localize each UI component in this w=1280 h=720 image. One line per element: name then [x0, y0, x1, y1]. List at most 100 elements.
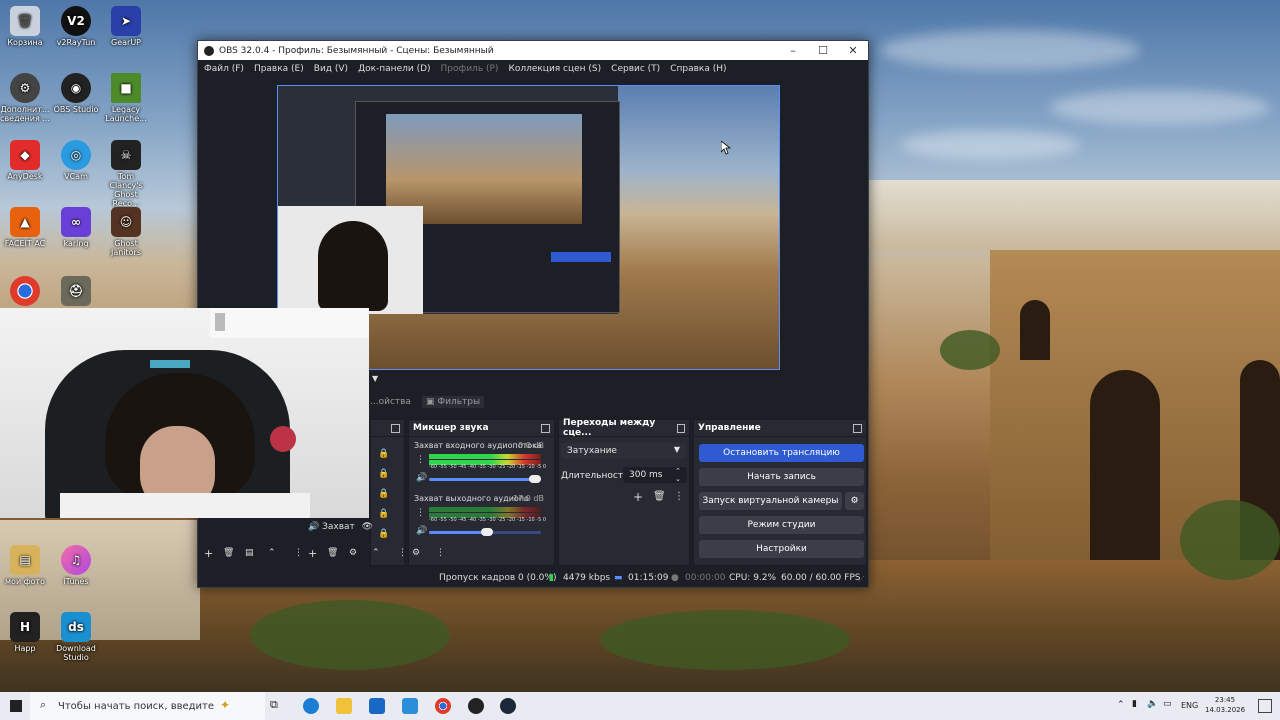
kebab-menu-icon[interactable]: ⋮ — [416, 508, 425, 518]
trash-icon[interactable]: 🗑 — [653, 491, 666, 502]
menu-edit[interactable]: Правка (E) — [254, 64, 304, 74]
desktop-icon-ghost-janitors[interactable]: ☺ Ghost Janitors — [101, 207, 151, 257]
dock-collapse-arrow-icon[interactable]: ▼ — [372, 374, 378, 383]
menu-tools[interactable]: Сервис (T) — [611, 64, 660, 74]
source-row[interactable]: 🔊 Захват 👁 — [308, 522, 373, 532]
undock-icon[interactable] — [391, 423, 400, 433]
desktop-icon-download-studio[interactable]: ds Download Studio — [51, 612, 101, 662]
obs-taskbar-icon[interactable] — [468, 698, 484, 714]
desktop-icon-ghost-recon[interactable]: ☠ Tom Clancy's Ghost Reco... — [101, 140, 151, 208]
duration-label: Длительность — [561, 471, 629, 481]
start-recording-button[interactable]: Начать запись — [699, 468, 864, 486]
undock-icon[interactable] — [541, 423, 550, 433]
kebab-menu-icon[interactable]: ⋮ — [436, 548, 445, 558]
trash-icon[interactable]: 🗑 — [223, 548, 234, 558]
desktop-icon-label: Download Studio — [56, 644, 96, 662]
windows-start-icon[interactable] — [10, 700, 22, 712]
outlook-icon[interactable] — [402, 698, 418, 714]
desktop-icon-chrome[interactable] — [0, 276, 50, 308]
volume-slider-fill — [429, 531, 487, 534]
desktop-icon-recycle-bin[interactable]: 🗑 Корзина — [0, 6, 50, 47]
speaker-icon[interactable]: 🔊 — [416, 473, 427, 483]
kebab-menu-icon[interactable]: ⋮ — [398, 548, 407, 558]
lock-icon[interactable]: 🔒 — [378, 444, 389, 464]
transition-select[interactable]: Затухание ▼ — [561, 443, 686, 459]
studio-mode-button[interactable]: Режим студии — [699, 516, 864, 534]
lock-icon[interactable]: 🔒 — [378, 504, 389, 524]
desktop-icon-karing[interactable]: ∞ karing — [51, 207, 101, 248]
tab-filters[interactable]: ▣ Фильтры — [422, 396, 485, 408]
desktop-icon-faceit[interactable]: ▲ FACEIT AC — [0, 207, 50, 248]
network-icon[interactable]: ▮ — [1132, 699, 1137, 709]
language-indicator[interactable]: ENG — [1181, 701, 1198, 710]
lock-icon[interactable]: 🔒 — [378, 484, 389, 504]
menu-docks[interactable]: Док-панели (D) — [358, 64, 430, 74]
desktop-icon-v2raytun[interactable]: V2 v2RayTun — [51, 6, 101, 47]
clock[interactable]: 23:45 14.03.2026 — [1205, 695, 1245, 715]
undock-icon[interactable] — [853, 423, 862, 433]
gear-icon[interactable]: ⚙ — [349, 548, 357, 558]
battery-icon[interactable]: ▭ — [1163, 699, 1172, 709]
kebab-menu-icon[interactable]: ⋮ — [674, 491, 684, 502]
controls-dock: Управление Остановить трансляцию Начать … — [693, 419, 867, 566]
desktop-icon-obs[interactable]: ◉ OBS Studio — [51, 73, 101, 114]
volume-slider-knob[interactable] — [481, 528, 493, 536]
desktop-icon-gearup[interactable]: ➤ GearUP — [101, 6, 151, 47]
volume-slider[interactable] — [429, 478, 541, 481]
volume-slider-knob[interactable] — [529, 475, 541, 483]
desktop-icon-label: Корзина — [7, 38, 43, 47]
resize-grip-icon[interactable]: ⋰ — [858, 575, 865, 583]
menu-help[interactable]: Справка (H) — [670, 64, 726, 74]
desktop-icon-extra[interactable]: ⚙ Дополнит... сведения ... — [0, 73, 50, 123]
advanced-audio-gear-icon[interactable]: ⚙ — [412, 548, 420, 558]
add-scene-icon[interactable]: + — [204, 547, 213, 560]
desktop-icon-itunes[interactable]: ♫ iTunes — [51, 545, 101, 586]
search-box[interactable]: ⌕ Чтобы начать поиск, введите ✦ — [30, 692, 265, 720]
file-explorer-icon[interactable] — [336, 698, 352, 714]
move-up-icon[interactable]: ⌃ — [268, 548, 276, 558]
desktop-icon-pubg[interactable]: ⛑ — [51, 276, 101, 308]
start-virtual-camera-button[interactable]: Запуск виртуальной камеры — [699, 492, 842, 510]
maximize-button[interactable]: ☐ — [808, 41, 838, 60]
kebab-menu-icon[interactable]: ⋮ — [416, 455, 425, 465]
anydesk-icon: ◆ — [10, 140, 40, 170]
menu-profile[interactable]: Профиль (P) — [441, 64, 499, 74]
move-up-icon[interactable]: ⌃ — [372, 548, 380, 558]
store-icon[interactable] — [369, 698, 385, 714]
speaker-icon[interactable]: 🔊 — [416, 526, 427, 536]
stop-streaming-button[interactable]: Остановить трансляцию — [699, 444, 864, 462]
desktop-icon-happ[interactable]: H Happ — [0, 612, 50, 653]
desktop-icon-vcam[interactable]: ◎ VCam — [51, 140, 101, 181]
title-bar[interactable]: OBS 32.0.4 - Профиль: Безымянный - Сцены… — [198, 41, 868, 60]
scene-filter-icon[interactable]: ▤ — [245, 548, 254, 558]
kebab-menu-icon[interactable]: ⋮ — [294, 548, 303, 558]
eye-icon[interactable]: 👁 — [362, 522, 373, 532]
desktop-icon-anydesk[interactable]: ◆ AnyDesk — [0, 140, 50, 181]
minimize-button[interactable]: – — [778, 41, 808, 60]
duration-spinbox[interactable]: 300 ms ⌃ ⌄ — [623, 467, 687, 483]
desktop-icon-legacy-launcher[interactable]: ■ Legacy Launche... — [101, 73, 151, 123]
chevron-up-icon[interactable]: ⌃ — [1117, 700, 1125, 710]
menu-file[interactable]: Файл (F) — [204, 64, 244, 74]
settings-button[interactable]: Настройки — [699, 540, 864, 558]
edge-icon[interactable] — [303, 698, 319, 714]
volume-icon[interactable]: 🔈 — [1147, 699, 1158, 709]
lock-icon[interactable]: 🔒 — [378, 524, 389, 544]
chrome-icon[interactable] — [435, 698, 451, 714]
tab-properties[interactable]: ...ойства — [370, 397, 411, 407]
steam-icon[interactable] — [500, 698, 516, 714]
menu-scene-collection[interactable]: Коллекция сцен (S) — [508, 64, 601, 74]
undock-icon[interactable] — [676, 423, 685, 433]
add-transition-icon[interactable]: + — [633, 490, 643, 504]
spin-arrows-icon[interactable]: ⌃ ⌄ — [675, 467, 681, 483]
add-source-icon[interactable]: + — [308, 547, 317, 560]
trash-icon[interactable]: 🗑 — [327, 548, 338, 558]
virtual-camera-settings-gear-icon[interactable]: ⚙ — [845, 492, 864, 510]
notifications-icon[interactable] — [1258, 699, 1272, 713]
task-view-icon[interactable]: ⧉ — [270, 698, 286, 714]
desktop-icon-my-photos[interactable]: ▤ мои фото — [0, 545, 50, 586]
close-button[interactable]: ✕ — [838, 41, 868, 60]
webcam-window-frame — [210, 308, 369, 338]
menu-view[interactable]: Вид (V) — [314, 64, 348, 74]
lock-icon[interactable]: 🔒 — [378, 464, 389, 484]
